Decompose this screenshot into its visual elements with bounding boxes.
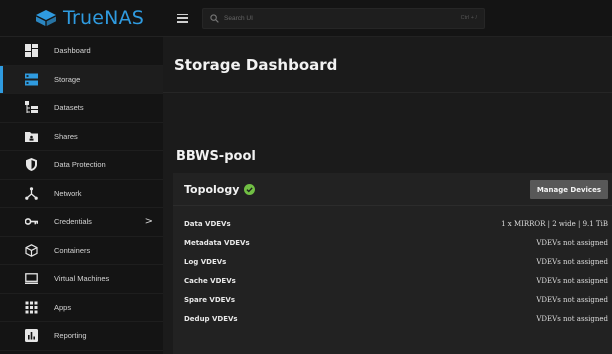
- page-header: Storage Dashboard: [163, 37, 612, 93]
- hamburger-menu-icon[interactable]: [177, 13, 188, 23]
- truenas-logo[interactable]: TrueNAS: [0, 0, 163, 37]
- row-value: VDEVs not assigned: [536, 257, 608, 266]
- sidebar-item-virtual-machines[interactable]: Virtual Machines: [0, 265, 163, 294]
- topology-card: Topology Manage Devices Data VDEVs 1 x M…: [173, 173, 612, 354]
- sidebar-item-label: Dashboard: [54, 46, 91, 56]
- network-icon: [24, 186, 38, 200]
- sidebar-item-containers[interactable]: Containers: [0, 237, 163, 265]
- row-value: 1 x MIRROR | 2 wide | 9.1 TiB: [501, 219, 608, 228]
- search-icon: [210, 13, 219, 23]
- row-value: VDEVs not assigned: [536, 276, 608, 285]
- sidebar-item-label: Reporting: [54, 331, 87, 341]
- dashboard-icon: [24, 44, 38, 58]
- sidebar-item-label: Credentials: [54, 217, 92, 227]
- datasets-icon: [24, 101, 38, 115]
- sidebar-item-label: Apps: [54, 302, 72, 312]
- sidebar: TrueNAS Dashboard Storage Datasets Share…: [0, 0, 163, 354]
- sidebar-item-storage[interactable]: Storage: [0, 65, 163, 94]
- topology-row-log-vdevs: Log VDEVs VDEVs not assigned: [173, 252, 612, 271]
- top-bar: Ctrl + /: [163, 0, 612, 37]
- topology-rows: Data VDEVs 1 x MIRROR | 2 wide | 9.1 TiB…: [173, 206, 612, 328]
- sidebar-item-label: Data Protection: [54, 160, 106, 170]
- search-box[interactable]: Ctrl + /: [202, 7, 485, 29]
- sidebar-item-shares[interactable]: Shares: [0, 123, 163, 151]
- search-shortcut-hint: Ctrl + /: [460, 15, 477, 21]
- sidebar-item-dashboard[interactable]: Dashboard: [0, 37, 163, 66]
- search-input[interactable]: [224, 14, 461, 22]
- row-label: Cache VDEVs: [184, 276, 236, 285]
- key-icon: [24, 215, 38, 229]
- row-label: Dedup VDEVs: [184, 314, 238, 323]
- topology-row-spare-vdevs: Spare VDEVs VDEVs not assigned: [173, 290, 612, 309]
- truenas-logo-icon: [36, 10, 56, 26]
- sidebar-item-label: Containers: [54, 245, 91, 255]
- sidebar-item-network[interactable]: Network: [0, 180, 163, 208]
- pool-name: BBWS-pool: [176, 149, 256, 164]
- topology-row-cache-vdevs: Cache VDEVs VDEVs not assigned: [173, 271, 612, 290]
- topology-row-dedup-vdevs: Dedup VDEVs VDEVs not assigned: [173, 309, 612, 328]
- row-value: VDEVs not assigned: [536, 314, 608, 323]
- manage-devices-button[interactable]: Manage Devices: [529, 180, 608, 199]
- row-label: Metadata VDEVs: [184, 238, 250, 247]
- main-content: Storage Dashboard BBWS-pool Topology Man…: [163, 37, 612, 354]
- shield-icon: [24, 158, 38, 172]
- sidebar-item-datasets[interactable]: Datasets: [0, 94, 163, 123]
- sidebar-item-reporting[interactable]: Reporting: [0, 322, 163, 351]
- storage-icon: [24, 72, 38, 86]
- sidebar-item-label: Virtual Machines: [54, 274, 110, 284]
- sidebar-item-data-protection[interactable]: Data Protection: [0, 151, 163, 180]
- reporting-icon: [24, 329, 38, 343]
- row-value: VDEVs not assigned: [536, 238, 608, 247]
- topology-row-data-vdevs: Data VDEVs 1 x MIRROR | 2 wide | 9.1 TiB: [173, 214, 612, 233]
- row-label: Log VDEVs: [184, 257, 227, 266]
- row-value: VDEVs not assigned: [536, 295, 608, 304]
- containers-icon: [24, 243, 38, 257]
- row-label: Spare VDEVs: [184, 295, 236, 304]
- monitor-icon: [24, 272, 38, 286]
- row-label: Data VDEVs: [184, 219, 231, 228]
- sidebar-item-label: Shares: [54, 131, 78, 141]
- apps-grid-icon: [24, 300, 38, 314]
- sidebar-item-label: Storage: [54, 74, 81, 84]
- chevron-right-icon: >: [144, 216, 153, 228]
- check-circle-icon: [244, 183, 256, 195]
- sidebar-item-label: Datasets: [54, 103, 84, 113]
- topology-row-metadata-vdevs: Metadata VDEVs VDEVs not assigned: [173, 233, 612, 252]
- page-title: Storage Dashboard: [174, 55, 338, 74]
- shares-icon: [24, 129, 38, 143]
- sidebar-item-label: Network: [54, 188, 82, 198]
- sidebar-item-apps[interactable]: Apps: [0, 294, 163, 322]
- sidebar-item-credentials[interactable]: Credentials >: [0, 208, 163, 237]
- topology-card-header: Topology Manage Devices: [173, 173, 612, 206]
- topology-title: Topology: [184, 182, 240, 196]
- app-name: TrueNAS: [63, 7, 145, 29]
